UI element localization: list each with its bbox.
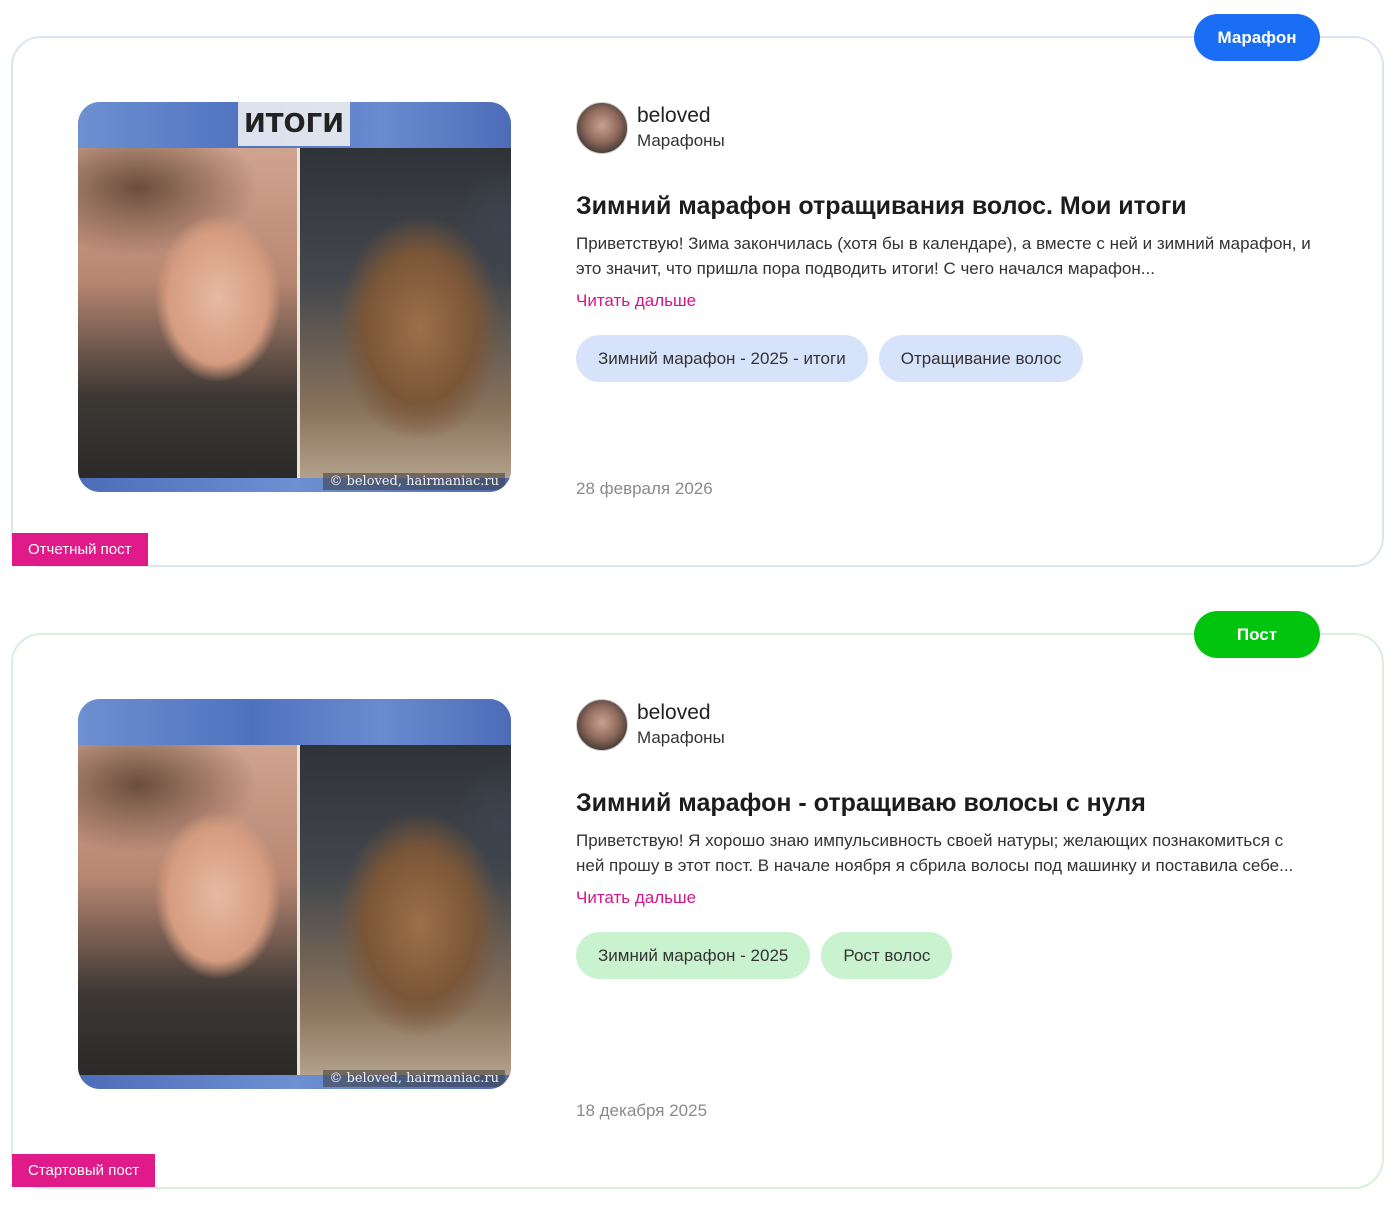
tag-list: Зимний марафон - 2025 - итоги Отращивани… [576, 335, 1322, 382]
image-pane-before [78, 745, 298, 1075]
avatar[interactable] [576, 102, 628, 154]
post-excerpt: Приветствую! Я хорошо знаю импульсивност… [576, 831, 1294, 875]
tag-chip[interactable]: Отращивание волос [878, 335, 1084, 382]
image-overlay-text: ИТОГИ [238, 102, 350, 146]
post-content: beloved Марафоны Зимний марафон - отращи… [576, 699, 1322, 979]
post-title[interactable]: Зимний марафон отращивания волос. Мои ит… [576, 190, 1322, 222]
image-pane-after [300, 148, 511, 478]
post-image[interactable]: © beloved, hairmaniac.ru [78, 699, 511, 1089]
post-date: 18 декабря 2025 [576, 1101, 708, 1120]
image-top-band [78, 699, 511, 745]
post-content: beloved Марафоны Зимний марафон отращива… [576, 102, 1322, 382]
tag-chip[interactable]: Рост волос [821, 932, 953, 979]
read-more-link[interactable]: Читать дальше [576, 291, 696, 311]
author-name[interactable]: beloved [637, 700, 725, 726]
author-text: beloved Марафоны [637, 700, 725, 750]
post-excerpt: Приветствую! Зима закончилась (хотя бы в… [576, 234, 1311, 278]
author-category[interactable]: Марафоны [637, 129, 725, 153]
image-copyright: © beloved, hairmaniac.ru [323, 473, 505, 490]
tag-list: Зимний марафон - 2025 Рост волос [576, 932, 1322, 979]
post-card[interactable]: Марафон ИТОГИ © beloved, hairmaniac.ru b… [11, 14, 1384, 567]
image-pane-after [300, 745, 511, 1075]
avatar[interactable] [576, 699, 628, 751]
tag-chip[interactable]: Зимний марафон - 2025 [576, 932, 811, 979]
author-block[interactable]: beloved Марафоны [576, 102, 1322, 154]
post-type-badge[interactable]: Марафон [1194, 14, 1320, 61]
author-text: beloved Марафоны [637, 103, 725, 153]
post-kind-badge: Отчетный пост [12, 533, 148, 566]
author-name[interactable]: beloved [637, 103, 725, 129]
image-copyright: © beloved, hairmaniac.ru [323, 1070, 505, 1087]
post-image[interactable]: ИТОГИ © beloved, hairmaniac.ru [78, 102, 511, 492]
post-date: 28 февраля 2026 [576, 479, 713, 498]
post-title[interactable]: Зимний марафон - отращиваю волосы с нуля [576, 787, 1322, 819]
post-type-badge[interactable]: Пост [1194, 611, 1320, 658]
image-pane-before [78, 148, 298, 478]
author-category[interactable]: Марафоны [637, 726, 725, 750]
tag-chip[interactable]: Зимний марафон - 2025 - итоги [576, 335, 868, 382]
post-card[interactable]: Пост © beloved, hairmaniac.ru beloved Ма… [11, 611, 1384, 1189]
read-more-link[interactable]: Читать дальше [576, 888, 696, 908]
author-block[interactable]: beloved Марафоны [576, 699, 1322, 751]
post-kind-badge: Стартовый пост [12, 1154, 156, 1187]
